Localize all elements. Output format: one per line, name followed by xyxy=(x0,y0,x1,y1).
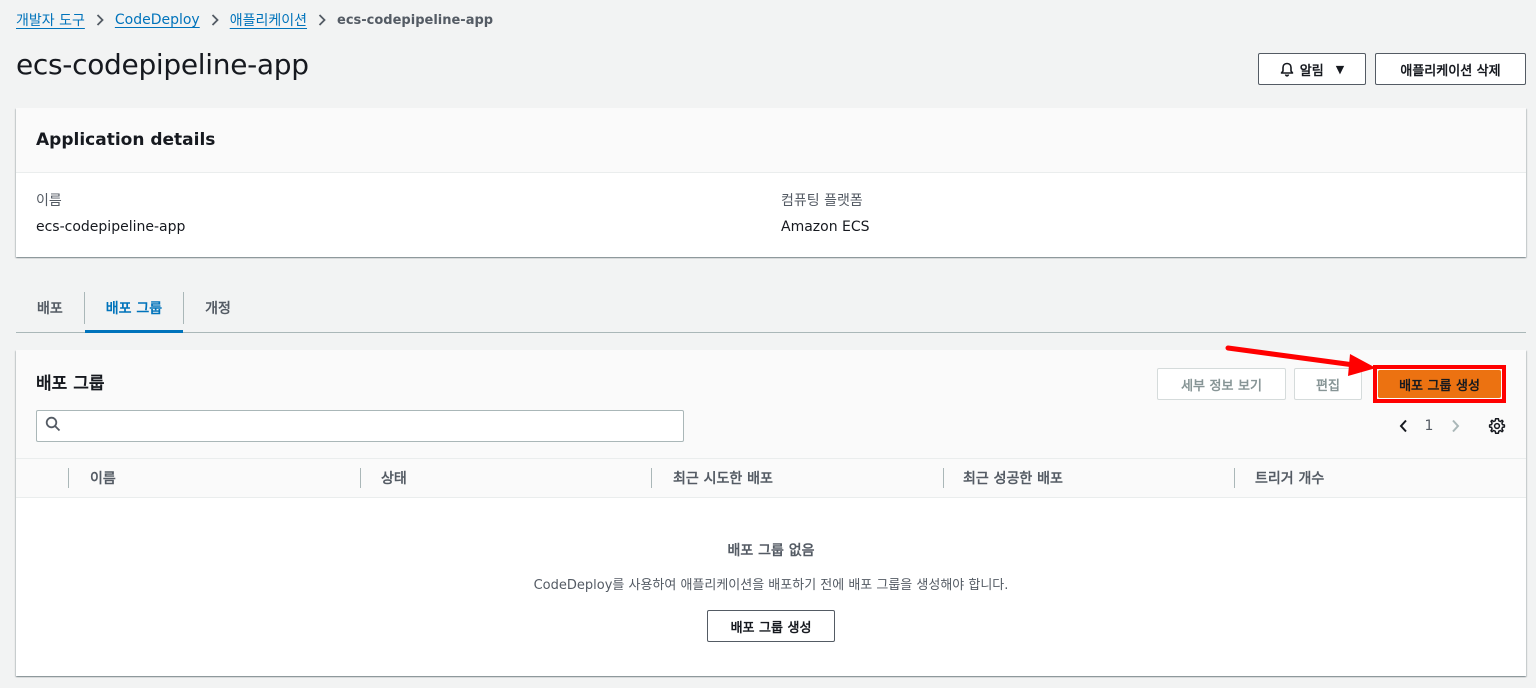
deployment-groups-panel: 배포 그룹 세부 정보 보기 편집 배포 그룹 생성 1 이름 상태 최근 시도… xyxy=(16,350,1526,676)
platform-field: 컴퓨팅 플랫폼 Amazon ECS xyxy=(781,190,870,235)
column-header-last-successful[interactable]: 최근 성공한 배포 xyxy=(943,459,1063,497)
name-label: 이름 xyxy=(36,193,62,209)
application-details-title: Application details xyxy=(36,130,216,150)
current-page[interactable]: 1 xyxy=(1418,418,1440,434)
chevron-right-icon xyxy=(96,14,104,26)
previous-page-button[interactable] xyxy=(1388,416,1418,436)
column-header-name[interactable]: 이름 xyxy=(70,459,116,497)
notify-button[interactable]: 알림 ▼ xyxy=(1258,53,1366,85)
tab-deployments-label: 배포 xyxy=(37,301,63,317)
notify-label: 알림 xyxy=(1299,63,1324,79)
application-details-panel: Application details 이름 ecs-codepipeline-… xyxy=(16,108,1526,257)
caret-down-icon: ▼ xyxy=(1335,62,1345,76)
breadcrumb-developer-tools[interactable]: 개발자 도구 xyxy=(16,10,85,30)
deployment-groups-title: 배포 그룹 xyxy=(36,374,105,394)
breadcrumb: 개발자 도구 CodeDeploy 애플리케이션 ecs-codepipelin… xyxy=(16,10,493,30)
application-details-header: Application details xyxy=(16,108,1526,173)
column-header-trigger-count[interactable]: 트리거 개수 xyxy=(1235,459,1324,497)
chevron-right-icon xyxy=(318,14,326,26)
empty-state-description: CodeDeploy를 사용하여 애플리케이션을 배포하기 전에 배포 그룹을 … xyxy=(533,578,1009,593)
next-page-button[interactable] xyxy=(1440,416,1470,436)
empty-create-deployment-group-button[interactable]: 배포 그룹 생성 xyxy=(707,610,835,642)
breadcrumb-codedeploy[interactable]: CodeDeploy xyxy=(115,12,200,28)
pagination: 1 xyxy=(1388,416,1512,436)
column-header-last-attempted[interactable]: 최근 시도한 배포 xyxy=(653,459,773,497)
tab-bar: 배포 배포 그룹 개정 xyxy=(16,284,1526,333)
page-title: ecs-codepipeline-app xyxy=(16,48,309,81)
table-header: 이름 상태 최근 시도한 배포 최근 성공한 배포 트리거 개수 xyxy=(16,458,1526,498)
name-value: ecs-codepipeline-app xyxy=(36,219,186,235)
search-input[interactable] xyxy=(67,412,683,440)
empty-state-title: 배포 그룹 없음 xyxy=(727,543,815,559)
settings-button[interactable] xyxy=(1482,416,1512,436)
gear-icon xyxy=(1488,418,1506,434)
empty-state-actions: 배포 그룹 생성 xyxy=(16,610,1526,642)
platform-value: Amazon ECS xyxy=(781,219,870,235)
chevron-right-icon xyxy=(1451,419,1459,433)
search-field[interactable] xyxy=(36,410,684,442)
name-field: 이름 ecs-codepipeline-app xyxy=(36,190,185,235)
column-divider xyxy=(68,468,69,488)
tab-deployments[interactable]: 배포 xyxy=(16,284,84,332)
tab-revisions-label: 개정 xyxy=(205,301,231,317)
annotation-arrow-icon xyxy=(1225,345,1376,376)
empty-state: 배포 그룹 없음 CodeDeploy를 사용하여 애플리케이션을 배포하기 전… xyxy=(16,540,1526,642)
chevron-right-icon xyxy=(211,14,219,26)
create-deployment-group-button[interactable]: 배포 그룹 생성 xyxy=(1378,370,1501,398)
highlight-box: 배포 그룹 생성 xyxy=(1373,365,1506,403)
tab-deployment-groups-label: 배포 그룹 xyxy=(105,301,163,317)
column-header-status[interactable]: 상태 xyxy=(361,459,407,497)
breadcrumb-applications[interactable]: 애플리케이션 xyxy=(230,10,307,30)
tab-revisions[interactable]: 개정 xyxy=(184,284,252,332)
tab-deployment-groups[interactable]: 배포 그룹 xyxy=(84,284,184,333)
chevron-left-icon xyxy=(1399,419,1407,433)
breadcrumb-current: ecs-codepipeline-app xyxy=(337,12,494,28)
search-icon xyxy=(45,416,61,436)
header-actions: 알림 ▼ 애플리케이션 삭제 xyxy=(1258,53,1526,85)
platform-label: 컴퓨팅 플랫폼 xyxy=(781,193,863,209)
bell-icon xyxy=(1280,62,1294,77)
delete-application-button[interactable]: 애플리케이션 삭제 xyxy=(1375,53,1526,85)
details-grid: 이름 ecs-codepipeline-app 컴퓨팅 플랫폼 Amazon E… xyxy=(16,173,1526,257)
column-divider xyxy=(651,468,652,488)
